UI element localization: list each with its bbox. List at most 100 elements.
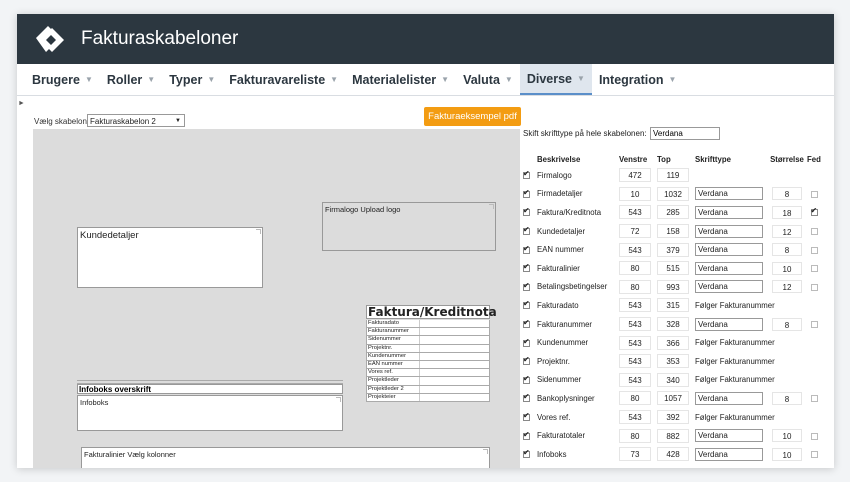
- template-select[interactable]: Fakturaskabelon 2 ▼: [87, 114, 185, 127]
- kundedetaljer-box[interactable]: Kundedetaljer: [77, 227, 263, 288]
- nav-item-typer[interactable]: Typer ▼: [162, 64, 222, 95]
- top-input[interactable]: 392: [657, 410, 689, 425]
- row-enabled-checkbox[interactable]: [523, 225, 530, 236]
- firmalogo-box[interactable]: Firmalogo Upload logo: [322, 202, 496, 251]
- size-input[interactable]: 12: [772, 224, 802, 238]
- row-enabled-checkbox[interactable]: [523, 430, 530, 440]
- top-input[interactable]: 315: [657, 298, 689, 313]
- font-input[interactable]: Verdana: [695, 205, 763, 219]
- row-enabled-checkbox[interactable]: [523, 318, 530, 328]
- left-input[interactable]: 80: [619, 391, 651, 406]
- top-input[interactable]: 353: [657, 354, 689, 369]
- left-input[interactable]: 543: [619, 335, 651, 350]
- left-input[interactable]: 72: [619, 224, 651, 239]
- top-input[interactable]: 328: [657, 317, 689, 332]
- row-enabled-checkbox[interactable]: [523, 355, 530, 366]
- font-input[interactable]: Verdana: [695, 447, 763, 461]
- left-input[interactable]: 472: [619, 168, 651, 183]
- left-input[interactable]: 543: [619, 410, 651, 425]
- left-input[interactable]: 543: [619, 317, 651, 332]
- row-enabled-checkbox[interactable]: [523, 299, 530, 310]
- font-input[interactable]: Verdana: [695, 391, 763, 405]
- nav-item-integration[interactable]: Integration ▼: [592, 64, 684, 95]
- bold-checkbox[interactable]: [810, 395, 818, 403]
- left-input[interactable]: 73: [619, 447, 651, 462]
- nav-item-materialelister[interactable]: Materialelister ▼: [345, 64, 456, 95]
- bold-checkbox[interactable]: [810, 283, 818, 291]
- left-input[interactable]: 10: [619, 186, 651, 201]
- size-input[interactable]: 8: [772, 187, 802, 201]
- row-enabled-checkbox[interactable]: [523, 262, 530, 273]
- size-input[interactable]: 12: [772, 280, 802, 294]
- global-font-input[interactable]: Verdana: [650, 127, 720, 140]
- top-input[interactable]: 285: [657, 205, 689, 220]
- nav-item-diverse[interactable]: Diverse ▼: [519, 64, 592, 95]
- row-enabled-checkbox[interactable]: [523, 448, 530, 459]
- row-enabled-checkbox[interactable]: [523, 337, 530, 347]
- size-input[interactable]: 18: [772, 205, 802, 219]
- bold-checkbox[interactable]: [810, 265, 818, 273]
- left-input[interactable]: 80: [619, 428, 651, 443]
- row-enabled-checkbox[interactable]: [523, 188, 530, 198]
- nav-item-brugere[interactable]: Brugere ▼: [25, 64, 100, 95]
- left-input[interactable]: 543: [619, 242, 651, 257]
- bold-checkbox[interactable]: [810, 228, 818, 236]
- faktura-field-list[interactable]: Fakturadato Fakturanummer Sidenummer Projek…: [366, 320, 490, 402]
- top-input[interactable]: 366: [657, 335, 689, 350]
- top-input[interactable]: 379: [657, 242, 689, 257]
- font-input[interactable]: Verdana: [695, 224, 763, 238]
- font-input[interactable]: Verdana: [695, 187, 763, 201]
- row-enabled-checkbox[interactable]: [523, 169, 530, 180]
- size-input[interactable]: 8: [772, 317, 802, 331]
- size-input[interactable]: 10: [772, 429, 802, 443]
- left-input[interactable]: 543: [619, 298, 651, 313]
- size-input[interactable]: 10: [772, 447, 802, 461]
- expand-arrow-icon[interactable]: ►: [18, 100, 25, 107]
- top-input[interactable]: 882: [657, 428, 689, 443]
- infobox-title-box[interactable]: Infoboks overskrift: [77, 384, 343, 394]
- nav-item-roller[interactable]: Roller ▼: [100, 64, 162, 95]
- top-input[interactable]: 1057: [657, 391, 689, 406]
- nav-item-fakturavareliste[interactable]: Fakturavareliste ▼: [222, 64, 345, 95]
- bold-checkbox[interactable]: [810, 246, 818, 254]
- font-input[interactable]: Verdana: [695, 261, 763, 275]
- top-input[interactable]: 993: [657, 279, 689, 294]
- font-input[interactable]: Verdana: [695, 243, 763, 257]
- size-input[interactable]: 8: [772, 243, 802, 257]
- row-enabled-checkbox[interactable]: [523, 392, 530, 403]
- bold-checkbox[interactable]: [810, 190, 818, 198]
- size-input[interactable]: 8: [772, 391, 802, 405]
- infobox-box[interactable]: Infoboks: [77, 395, 343, 431]
- top-input[interactable]: 119: [657, 168, 689, 183]
- size-input[interactable]: 10: [772, 261, 802, 275]
- invoice-pdf-button[interactable]: Fakturaeksempel pdf: [424, 107, 521, 126]
- resize-grip-icon[interactable]: [489, 204, 494, 209]
- top-input[interactable]: 340: [657, 372, 689, 387]
- font-input[interactable]: Verdana: [695, 280, 763, 294]
- resize-grip-icon[interactable]: [336, 397, 341, 402]
- resize-grip-icon[interactable]: [483, 449, 488, 454]
- row-enabled-checkbox[interactable]: [523, 374, 530, 384]
- resize-grip-icon[interactable]: [256, 229, 261, 234]
- bold-checkbox[interactable]: [810, 206, 818, 217]
- row-enabled-checkbox[interactable]: [523, 206, 530, 217]
- row-enabled-checkbox[interactable]: [523, 411, 530, 421]
- row-enabled-checkbox[interactable]: [523, 244, 530, 254]
- left-input[interactable]: 543: [619, 372, 651, 387]
- left-input[interactable]: 80: [619, 261, 651, 276]
- fakturalinier-box[interactable]: Fakturalinier Vælg kolonner: [81, 447, 490, 468]
- bold-checkbox[interactable]: [810, 320, 818, 328]
- top-input[interactable]: 1032: [657, 186, 689, 201]
- nav-item-valuta[interactable]: Valuta ▼: [456, 64, 520, 95]
- font-input[interactable]: Verdana: [695, 317, 763, 331]
- faktura-title-box[interactable]: Faktura/Kreditnota: [366, 305, 497, 319]
- top-input[interactable]: 428: [657, 447, 689, 462]
- left-input[interactable]: 543: [619, 205, 651, 220]
- left-input[interactable]: 543: [619, 354, 651, 369]
- top-input[interactable]: 515: [657, 261, 689, 276]
- row-enabled-checkbox[interactable]: [523, 281, 530, 291]
- bold-checkbox[interactable]: [810, 451, 818, 459]
- top-input[interactable]: 158: [657, 224, 689, 239]
- left-input[interactable]: 80: [619, 279, 651, 294]
- font-input[interactable]: Verdana: [695, 429, 763, 443]
